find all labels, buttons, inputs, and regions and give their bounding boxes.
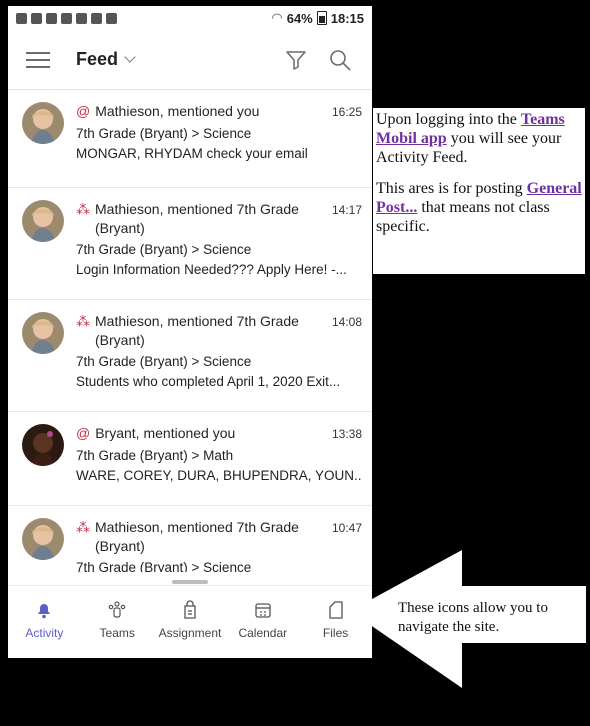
team-mention-icon: ⁂ bbox=[76, 201, 90, 217]
feed-item-channel: 7th Grade (Bryant) > Science bbox=[76, 126, 252, 141]
avatar bbox=[22, 102, 64, 144]
feed-item-title: Mathieson, mentioned you bbox=[95, 103, 260, 119]
wifi-icon: ◠ bbox=[271, 10, 283, 25]
tab-calendar[interactable]: Calendar bbox=[226, 586, 299, 658]
status-bar: ◠ 64% 18:15 bbox=[8, 6, 372, 30]
feed-item-channel: 7th Grade (Bryant) > Science bbox=[76, 242, 252, 257]
tab-label: Activity bbox=[25, 626, 64, 640]
feed-item-title: Mathieson, mentioned 7th Grade (Bryant) bbox=[95, 201, 299, 236]
phone-screen: ◠ 64% 18:15 Feed @ Mathieson, mentioned y… bbox=[8, 6, 372, 658]
avatar bbox=[22, 424, 64, 466]
bell-icon bbox=[38, 604, 51, 619]
activity-feed: @ Mathieson, mentioned you 16:25 7th Grade… bbox=[8, 90, 372, 572]
calendar-icon bbox=[255, 603, 271, 618]
drag-handle[interactable] bbox=[172, 580, 208, 584]
feed-item-channel: 7th Grade (Bryant) > Math bbox=[76, 448, 234, 463]
notification-icons bbox=[16, 12, 117, 24]
team-mention-icon: ⁂ bbox=[76, 313, 90, 329]
at-mention-icon: @ bbox=[76, 425, 91, 441]
feed-annotation: Upon logging into the Teams Mobil app yo… bbox=[373, 108, 585, 274]
feed-item-channel: 7th Grade (Bryant) > Science bbox=[76, 560, 252, 572]
feed-item-time: 13:38 bbox=[331, 427, 362, 441]
feed-item-preview: WARE, COREY, DURA, BHUPENDRA, YOUN... bbox=[76, 468, 362, 483]
status-right: ◠ 64% 18:15 bbox=[271, 10, 364, 26]
annotation-text: This ares is for posting bbox=[376, 180, 527, 197]
avatar bbox=[22, 200, 64, 242]
filter-icon[interactable] bbox=[284, 48, 308, 72]
feed-item-title: Bryant, mentioned you bbox=[95, 425, 236, 441]
bottom-tab-bar: Activity Teams Assignment Calendar Files bbox=[8, 585, 372, 658]
battery-icon bbox=[316, 11, 327, 25]
page-title: Feed bbox=[76, 49, 119, 69]
tab-label: Calendar bbox=[238, 626, 288, 640]
feed-item-preview: Students who completed April 1, 2020 Exi… bbox=[76, 374, 341, 389]
tab-label: Teams bbox=[99, 626, 135, 640]
feed-item-time: 14:17 bbox=[331, 203, 362, 217]
battery-percent: 64% bbox=[286, 10, 313, 26]
tab-activity[interactable]: Activity bbox=[8, 586, 81, 658]
feed-item[interactable]: ⁂ Mathieson, mentioned 7th Grade (Bryant)… bbox=[8, 300, 372, 412]
tab-assignment[interactable]: Assignment bbox=[154, 586, 227, 658]
feed-dropdown[interactable]: Feed bbox=[76, 49, 136, 70]
feed-item-preview: MONGAR, RHYDAM check your email bbox=[76, 146, 308, 161]
arrow-annotation-text: These icons allow you to navigate the si… bbox=[398, 600, 548, 635]
feed-item[interactable]: @ Mathieson, mentioned you 16:25 7th Grade… bbox=[8, 90, 372, 188]
file-icon bbox=[328, 601, 343, 619]
app-bar: Feed bbox=[8, 30, 372, 90]
feed-item[interactable]: ⁂ Mathieson, mentioned 7th Grade (Bryant)… bbox=[8, 506, 372, 572]
hamburger-menu-icon[interactable] bbox=[26, 47, 50, 73]
feed-item-title: Mathieson, mentioned 7th Grade (Bryant) bbox=[95, 519, 299, 554]
feed-item-title: Mathieson, mentioned 7th Grade (Bryant) bbox=[95, 313, 299, 348]
feed-item-preview: Login Information Needed??? Apply Here! … bbox=[76, 262, 347, 277]
avatar bbox=[22, 312, 64, 354]
chevron-down-icon bbox=[124, 51, 136, 63]
tab-label: Assignment bbox=[158, 626, 222, 640]
feed-item[interactable]: ⁂ Mathieson, mentioned 7th Grade (Bryant)… bbox=[8, 188, 372, 300]
tab-teams[interactable]: Teams bbox=[81, 586, 154, 658]
at-mention-icon: @ bbox=[76, 103, 91, 119]
teams-icon bbox=[108, 601, 126, 618]
feed-item-channel: 7th Grade (Bryant) > Science bbox=[76, 354, 252, 369]
feed-item[interactable]: @ Bryant, mentioned you 13:38 7th Grade (B… bbox=[8, 412, 372, 506]
team-mention-icon: ⁂ bbox=[76, 519, 90, 535]
annotation-text: Upon logging into the bbox=[376, 111, 521, 128]
assignment-icon bbox=[184, 600, 196, 619]
feed-item-time: 14:08 bbox=[331, 315, 362, 329]
tab-label: Files bbox=[322, 626, 349, 640]
avatar bbox=[22, 518, 64, 560]
search-icon[interactable] bbox=[328, 48, 352, 72]
clock: 18:15 bbox=[330, 10, 364, 26]
feed-item-time: 16:25 bbox=[331, 105, 362, 119]
